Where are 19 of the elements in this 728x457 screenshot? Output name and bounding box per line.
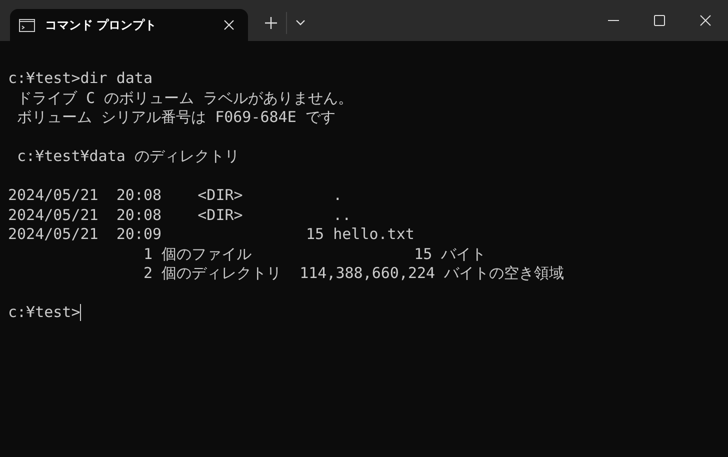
close-icon xyxy=(700,15,710,26)
terminal-icon xyxy=(19,18,35,32)
close-icon xyxy=(224,20,234,30)
tab-title: コマンド プロンプト xyxy=(45,17,158,34)
terminal-line: 2 個のディレクトリ 114,388,660,224 バイトの空き領域 xyxy=(142,264,564,284)
terminal-line: 2024/05/21 20:08 <DIR> . xyxy=(8,186,342,206)
terminal-line: ドライブ C のボリューム ラベルがありません。 xyxy=(16,88,354,108)
maximize-icon xyxy=(654,15,664,26)
chevron-down-icon xyxy=(296,20,304,26)
terminal-line: c:¥test¥data のディレクトリ xyxy=(16,147,240,166)
minimize-icon xyxy=(608,20,618,21)
terminal-line: c:¥test> xyxy=(8,303,80,322)
terminal-line: ボリューム シリアル番号は F069-684E です xyxy=(16,108,336,128)
terminal-tab[interactable]: コマンド プロンプト xyxy=(10,9,248,41)
terminal-line: 1 個のファイル 15 バイト xyxy=(142,244,486,264)
terminal-line: 2024/05/21 20:09 15 hello.txt xyxy=(8,225,414,244)
plus-icon xyxy=(265,17,277,29)
terminal-line: c:¥test>dir data xyxy=(8,69,152,88)
terminal-line: 2024/05/21 20:08 <DIR> .. xyxy=(8,206,352,225)
